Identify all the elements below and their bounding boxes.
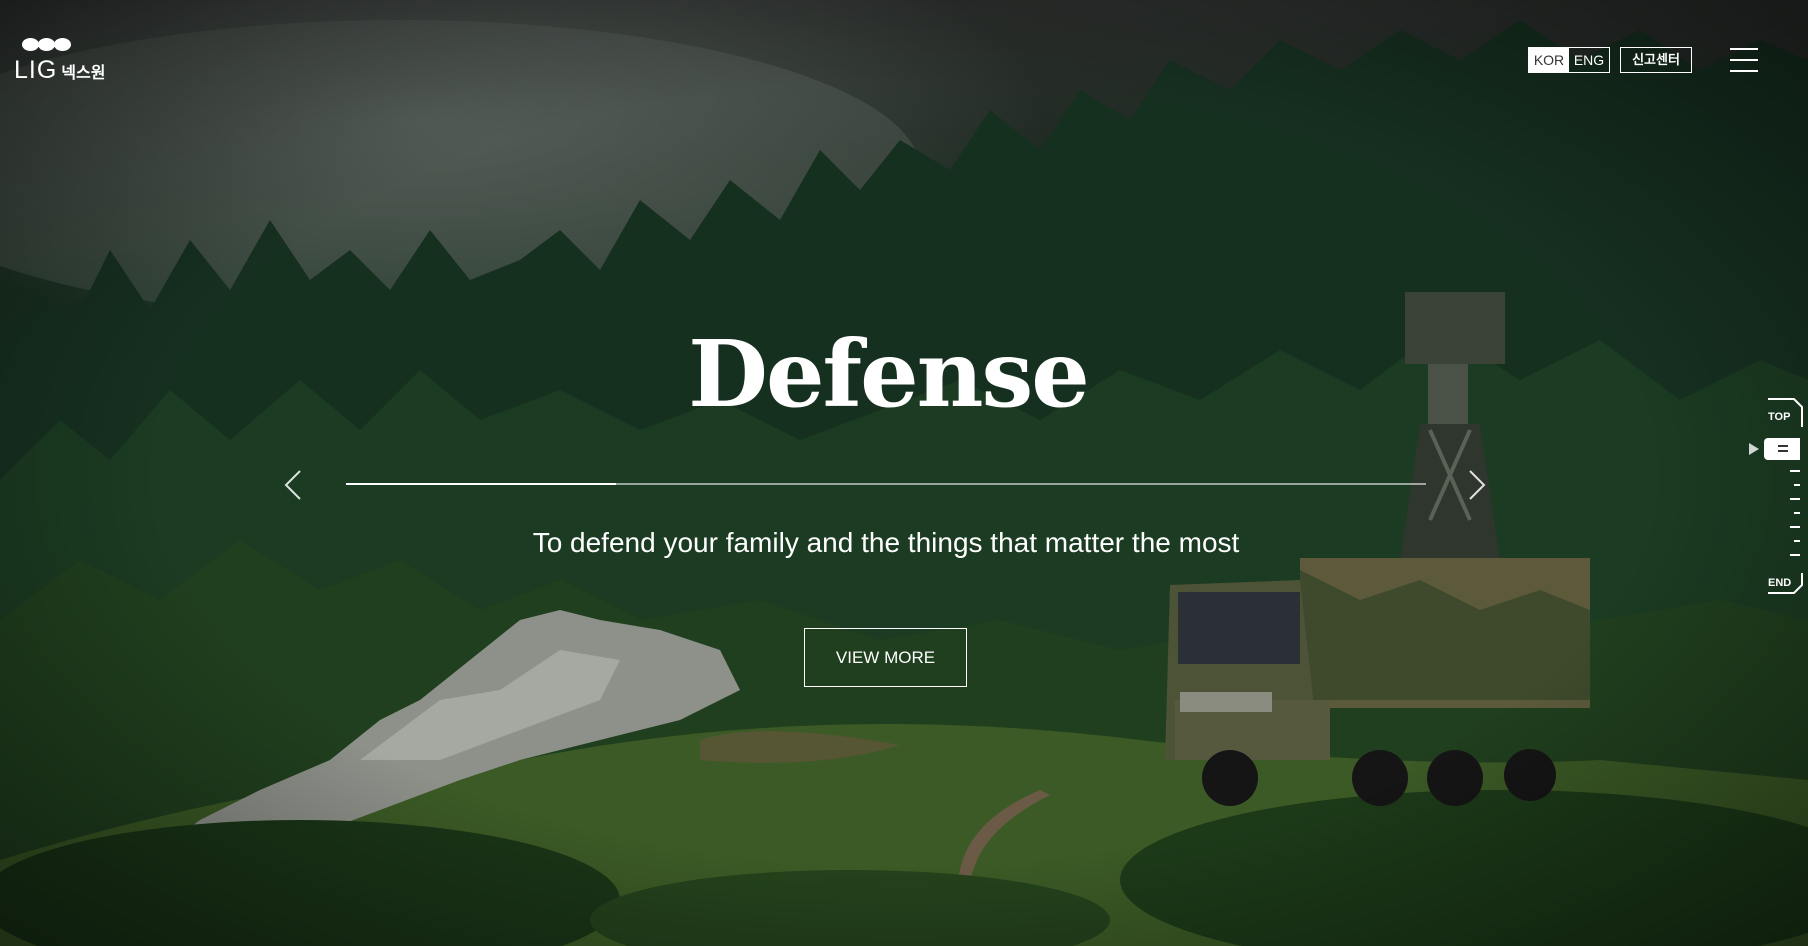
- scroll-end-label[interactable]: END: [1768, 577, 1791, 589]
- lang-eng-button[interactable]: ENG: [1569, 48, 1609, 72]
- logo-korean-text: 넥스원: [61, 65, 106, 82]
- language-switcher: KOR ENG: [1528, 47, 1610, 73]
- scroll-indicator[interactable]: TOP END: [1748, 395, 1808, 605]
- scroll-tick: [1790, 498, 1800, 500]
- chevron-left-icon[interactable]: [280, 468, 310, 502]
- scroll-top-label[interactable]: TOP: [1768, 411, 1790, 423]
- logo-mark-icon: [22, 38, 72, 52]
- view-more-button[interactable]: VIEW MORE: [804, 628, 967, 687]
- scroll-handle[interactable]: [1764, 438, 1800, 460]
- hamburger-icon[interactable]: [1730, 48, 1758, 72]
- forest-landscape: [0, 0, 1808, 946]
- scroll-tick: [1794, 512, 1800, 514]
- scroll-tick: [1794, 484, 1800, 486]
- chevron-right-icon[interactable]: [1460, 468, 1490, 502]
- scroll-tick: [1790, 470, 1800, 472]
- scroll-pointer-icon: [1749, 443, 1759, 455]
- scroll-tick: [1790, 526, 1800, 528]
- hero-subtitle: To defend your family and the things tha…: [532, 527, 1240, 558]
- hero-title: Defense: [688, 320, 1090, 428]
- company-logo[interactable]: LIG 넥스원: [14, 38, 114, 84]
- slide-progress-bar: [346, 483, 1426, 485]
- scroll-tick: [1790, 554, 1800, 556]
- logo-text: LIG: [14, 56, 58, 84]
- lang-kor-button[interactable]: KOR: [1529, 48, 1569, 72]
- slide-progress-fill: [346, 483, 616, 485]
- hero-background: [0, 0, 1808, 946]
- report-center-button[interactable]: 신고센터: [1620, 47, 1692, 73]
- scroll-track-icon: [1768, 398, 1803, 594]
- scroll-tick: [1794, 540, 1800, 542]
